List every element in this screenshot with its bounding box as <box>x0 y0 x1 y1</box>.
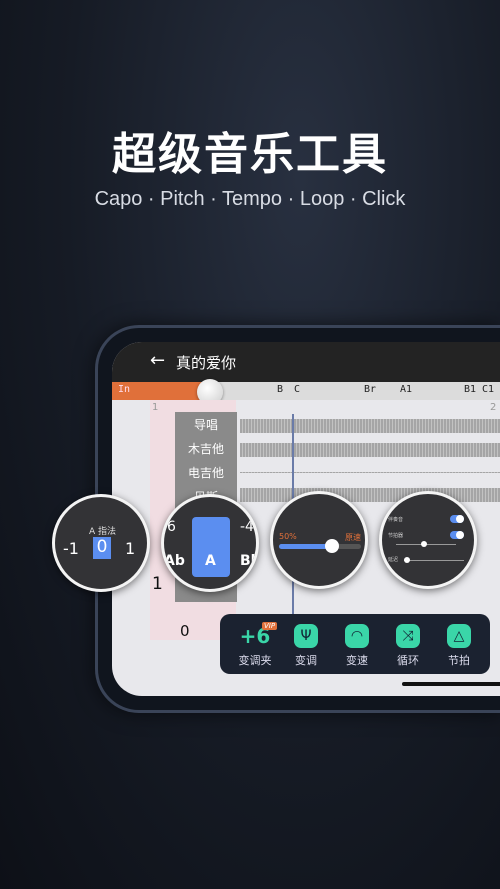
shuffle-loop-icon: ⤨ <box>396 624 420 648</box>
fingering-label: A 指法 <box>89 527 117 537</box>
settings-zoom-circle: 伴奏音 节拍器 延迟 <box>379 491 477 589</box>
waveform <box>240 488 500 502</box>
slider-handle[interactable] <box>421 541 427 547</box>
speedometer-icon: ◠ <box>345 624 369 648</box>
tempo-slider-handle[interactable] <box>325 539 340 553</box>
metronome-button[interactable]: △ 节拍 <box>434 622 484 668</box>
tool-label: 节拍 <box>448 654 470 667</box>
bar-number: 2 <box>490 402 497 413</box>
home-indicator <box>402 682 500 686</box>
track-vocal[interactable]: 导唱 <box>175 412 237 436</box>
waveform <box>240 419 500 433</box>
hero-title: 超级音乐工具 <box>112 129 388 180</box>
key-ab[interactable]: Ab <box>164 553 185 569</box>
section-bar[interactable]: In B C Br A1 B1 C1 <box>112 382 500 400</box>
capo-zoom-circle: A 指法 -1 0 1 <box>52 494 150 592</box>
tool-label: 循环 <box>397 654 419 667</box>
tempo-slider[interactable] <box>279 544 361 549</box>
capo-minus[interactable]: -1 <box>63 539 79 558</box>
setting-label: 延迟 <box>388 557 399 563</box>
bar-number: 1 <box>152 402 159 413</box>
back-arrow-icon[interactable]: ← <box>150 350 165 371</box>
loop-button[interactable]: ⤨ 循环 <box>383 622 433 668</box>
tempo-zoom-circle: 50% 原速 <box>270 491 368 589</box>
vip-badge: VIP <box>262 622 278 630</box>
track-electric-guitar[interactable]: 电吉他 <box>175 460 237 484</box>
metronome-icon: △ <box>447 624 471 648</box>
waveform <box>240 472 500 473</box>
waveform <box>240 443 500 457</box>
section-br[interactable]: Br <box>364 384 376 395</box>
capo-plus[interactable]: 1 <box>125 539 135 558</box>
key-zoom-circle: -6 -4 Ab A Bb <box>161 494 259 592</box>
side-number: 1 <box>152 574 163 594</box>
key-offset-left: -6 <box>162 519 176 535</box>
section-c[interactable]: C <box>294 384 300 395</box>
tool-label: 变速 <box>346 654 368 667</box>
tempo-reset[interactable]: 原速 <box>345 532 361 543</box>
tempo-percent: 50% <box>279 532 297 541</box>
tool-label: 变调 <box>295 654 317 667</box>
toggle[interactable] <box>450 515 464 523</box>
key-offset-right: -4 <box>240 519 254 535</box>
tool-bar: +6 VIP 变调夹 Ψ 变调 ◠ 变速 ⤨ 循环 △ 节拍 <box>220 614 490 674</box>
track-acoustic-guitar[interactable]: 木吉他 <box>175 436 237 460</box>
section-c1[interactable]: C1 <box>482 384 494 395</box>
tuning-fork-icon: Ψ <box>294 624 318 648</box>
key-a[interactable]: A <box>205 553 216 569</box>
hero-subtitle: Capo · Pitch · Tempo · Loop · Click <box>94 188 406 210</box>
section-a1[interactable]: A1 <box>400 384 412 395</box>
tempo-slider-fill <box>279 544 333 549</box>
slider-handle[interactable] <box>404 557 410 563</box>
capo-button[interactable]: +6 VIP 变调夹 <box>230 622 280 668</box>
setting-label: 节拍器 <box>388 533 404 539</box>
section-b1[interactable]: B1 <box>464 384 476 395</box>
tempo-button[interactable]: ◠ 变速 <box>332 622 382 668</box>
header: ← 真的爱你 <box>112 342 500 382</box>
section-b[interactable]: B <box>277 384 283 395</box>
capo-current[interactable]: 0 <box>93 537 111 559</box>
toggle[interactable] <box>450 531 464 539</box>
delay-slider[interactable] <box>404 560 464 561</box>
pitch-button[interactable]: Ψ 变调 <box>281 622 331 668</box>
setting-label: 伴奏音 <box>388 517 404 523</box>
song-title: 真的爱你 <box>176 354 237 372</box>
section-in[interactable]: In <box>112 382 210 400</box>
side-number: 0 <box>180 622 190 640</box>
tool-label: 变调夹 <box>238 654 272 667</box>
